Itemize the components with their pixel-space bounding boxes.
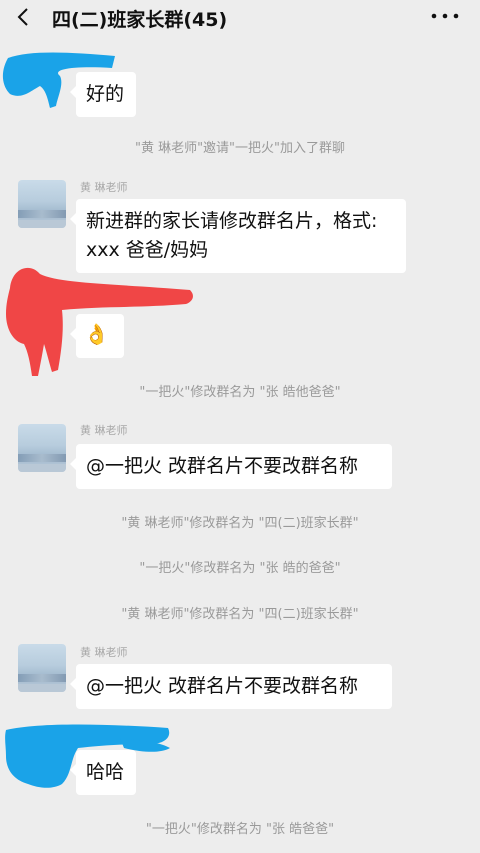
message-text: 哈哈 — [86, 761, 125, 783]
message-bubble[interactable]: 好的 — [70, 72, 136, 117]
message-bubble[interactable]: @一把火 改群名片不要改群名称 — [70, 444, 392, 489]
system-message: "一把火"修改群名为 "张 皓爸爸" — [145, 822, 335, 837]
message-bubble[interactable]: 哈哈 — [70, 750, 136, 795]
system-message: "黄 琳老师"邀请"一把火"加入了群聊 — [134, 141, 346, 156]
system-message: "黄 琳老师"修改群名为 "四(二)班家长群" — [121, 516, 359, 531]
message-text: @一把火 改群名片不要改群名称 — [86, 675, 359, 697]
message-text-line: 新进群的家长请修改群名片，格式: — [86, 210, 378, 232]
message-text: @一把火 改群名片不要改群名称 — [86, 455, 359, 477]
emoji: 👌 — [84, 322, 109, 346]
avatar[interactable] — [18, 644, 66, 692]
avatar[interactable] — [18, 180, 66, 228]
avatar[interactable] — [18, 424, 66, 472]
sender-name: 黄 琳老师 — [80, 181, 128, 194]
more-dots-icon[interactable] — [430, 10, 460, 22]
system-message: "一把火"修改群名为 "张 皓他爸爸" — [139, 385, 341, 400]
sender-name: 黄 琳老师 — [80, 424, 128, 437]
message-text: 好的 — [86, 83, 125, 105]
system-message: "黄 琳老师"修改群名为 "四(二)班家长群" — [121, 607, 359, 622]
chevron-left-icon[interactable] — [14, 7, 34, 27]
message-bubble[interactable]: @一把火 改群名片不要改群名称 — [70, 664, 392, 709]
sender-name: 黄 琳老师 — [80, 646, 128, 659]
message-bubble[interactable]: 👌 — [70, 314, 124, 358]
system-message: "一把火"修改群名为 "张 皓的爸爸" — [139, 561, 341, 576]
chat-header: 四(二)班家长群(45) — [0, 0, 480, 34]
chat-title: 四(二)班家长群(45) — [52, 9, 228, 31]
